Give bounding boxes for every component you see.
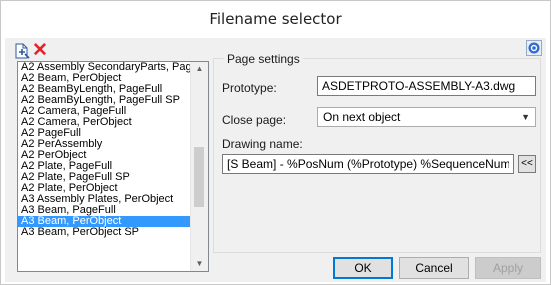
list-item[interactable]: A2 Assembly SecondaryParts, PageFull <box>18 62 191 73</box>
list-item[interactable]: A2 Plate, PageFull <box>18 161 191 172</box>
drawing-name-label: Drawing name: <box>222 137 303 151</box>
page-settings-group: Page settings Prototype: Close page: On … <box>213 52 541 253</box>
list-item[interactable]: A2 PageFull <box>18 128 191 139</box>
close-page-label: Close page: <box>222 113 287 127</box>
insert-variable-button[interactable]: << <box>518 155 536 173</box>
delete-icon[interactable]: ✕ <box>31 41 49 60</box>
list-item[interactable]: A3 Beam, PageFull <box>18 205 191 216</box>
scroll-up-icon[interactable]: ▲ <box>191 62 208 76</box>
list-item[interactable]: A2 Camera, PageFull <box>18 106 191 117</box>
scroll-thumb[interactable] <box>194 147 204 207</box>
list-item[interactable]: A2 BeamByLength, PageFull SP <box>18 95 191 106</box>
page-settings-title: Page settings <box>224 52 303 66</box>
scroll-down-icon[interactable]: ▼ <box>191 257 208 271</box>
dialog-client-area: ✕ A2 Assembly SecondaryParts, PageFullA2… <box>5 38 546 282</box>
drawing-name-input[interactable] <box>222 154 514 174</box>
list-item[interactable]: A2 BeamByLength, PageFull <box>18 84 191 95</box>
close-page-value: On next object <box>323 110 401 124</box>
filename-list[interactable]: A2 Assembly SecondaryParts, PageFullA2 B… <box>17 61 209 272</box>
prototype-label: Prototype: <box>222 81 277 95</box>
list-item[interactable]: A2 Camera, PerObject <box>18 117 191 128</box>
new-document-icon[interactable] <box>13 42 31 60</box>
list-scrollbar[interactable]: ▲ ▼ <box>190 62 208 271</box>
list-item[interactable]: A2 Plate, PerObject <box>18 183 191 194</box>
apply-button[interactable]: Apply <box>475 257 541 279</box>
close-page-select[interactable]: On next object ▼ <box>317 107 536 127</box>
list-item[interactable]: A3 Beam, PerObject <box>18 216 191 227</box>
list-item[interactable]: A2 PerAssembly <box>18 139 191 150</box>
window-title: Filename selector <box>1 1 550 38</box>
list-item[interactable]: A3 Assembly Plates, PerObject <box>18 194 191 205</box>
chevron-down-icon: ▼ <box>521 112 530 122</box>
list-item[interactable]: A2 PerObject <box>18 150 191 161</box>
filename-selector-window: Filename selector ✕ A2 Assembly Secondar… <box>0 0 551 285</box>
ok-button[interactable]: OK <box>333 257 393 279</box>
list-item[interactable]: A3 Beam, PerObject SP <box>18 227 191 238</box>
list-item[interactable]: A2 Beam, PerObject <box>18 73 191 84</box>
list-items: A2 Assembly SecondaryParts, PageFullA2 B… <box>18 62 191 238</box>
prototype-input[interactable] <box>317 76 536 96</box>
cancel-button[interactable]: Cancel <box>399 257 469 279</box>
help-icon[interactable] <box>526 40 542 56</box>
list-item[interactable]: A2 Plate, PageFull SP <box>18 172 191 183</box>
